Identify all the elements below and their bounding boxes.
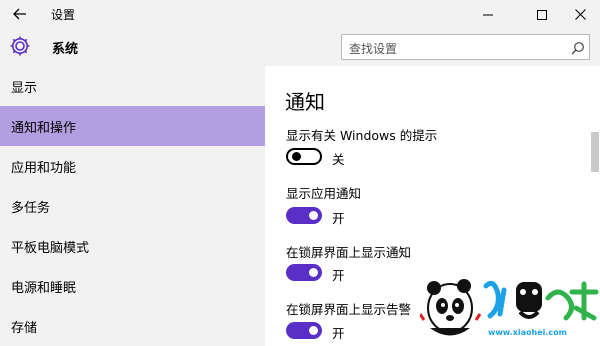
toggle-state-text: 开 — [332, 326, 345, 341]
sidebar-item-power[interactable]: 电源和睡眠 — [0, 266, 265, 306]
toggle-knob — [309, 268, 318, 277]
setting-label-app-notifications: 显示应用通知 — [286, 186, 362, 201]
sidebar-item-label: 多任务 — [11, 200, 51, 216]
toggle-app-notifications[interactable] — [286, 207, 322, 224]
sidebar-item-tablet-mode[interactable]: 平板电脑模式 — [0, 226, 265, 266]
search-icon[interactable] — [571, 40, 585, 59]
sidebar-item-storage[interactable]: 存储 — [0, 306, 265, 346]
toggle-state-text: 开 — [332, 268, 345, 283]
sidebar-header: 系统 — [0, 28, 265, 66]
close-button[interactable] — [560, 0, 600, 28]
toggle-state-text: 关 — [332, 152, 345, 167]
sidebar-title: 系统 — [52, 42, 79, 57]
toggle-knob — [309, 326, 318, 335]
sidebar-item-label: 显示 — [11, 80, 38, 96]
minimize-button[interactable] — [468, 0, 508, 28]
gear-icon — [9, 35, 31, 61]
search-placeholder: 查找设置 — [349, 42, 398, 56]
page-title: 通知 — [285, 90, 325, 114]
sidebar-item-label: 存储 — [11, 320, 38, 336]
toggle-lockscreen-alarms[interactable] — [286, 322, 322, 339]
sidebar-item-notifications[interactable]: 通知和操作 — [0, 106, 265, 146]
minimize-icon — [483, 5, 493, 24]
toggle-lockscreen-notifications[interactable] — [286, 264, 322, 281]
setting-label-lockscreen-alarms: 在锁屏界面上显示告警 — [286, 302, 412, 317]
scrollbar-thumb[interactable] — [591, 132, 599, 172]
maximize-icon — [537, 5, 547, 24]
setting-label-lockscreen-notifications: 在锁屏界面上显示通知 — [286, 245, 412, 260]
back-button[interactable] — [0, 0, 40, 28]
sidebar: 系统 显示 通知和操作 应用和功能 多任务 平板电脑模式 电源和睡眠 存储 — [0, 28, 265, 346]
arrow-left-icon — [13, 5, 27, 24]
toggle-state-text: 开 — [332, 211, 345, 226]
sidebar-item-multitasking[interactable]: 多任务 — [0, 186, 265, 226]
title-bar: 设置 — [0, 0, 600, 28]
window-title: 设置 — [51, 8, 76, 22]
sidebar-item-apps[interactable]: 应用和功能 — [0, 146, 265, 186]
search-row: 查找设置 — [265, 28, 600, 66]
toggle-knob — [292, 152, 301, 161]
setting-label-windows-tips: 显示有关 Windows 的提示 — [286, 128, 438, 143]
toggle-knob — [309, 211, 318, 220]
close-icon — [574, 5, 586, 24]
watermark-logo: www.xiaohei.com — [418, 268, 600, 346]
sidebar-item-display[interactable]: 显示 — [0, 66, 265, 106]
sidebar-item-label: 通知和操作 — [11, 120, 77, 136]
maximize-button[interactable] — [522, 0, 562, 28]
search-input[interactable]: 查找设置 — [341, 34, 590, 60]
sidebar-item-label: 电源和睡眠 — [11, 280, 77, 296]
sidebar-item-label: 平板电脑模式 — [11, 240, 90, 256]
sidebar-item-label: 应用和功能 — [11, 160, 77, 176]
watermark-site: www.xiaohei.com — [488, 328, 567, 337]
toggle-windows-tips[interactable] — [286, 148, 322, 165]
